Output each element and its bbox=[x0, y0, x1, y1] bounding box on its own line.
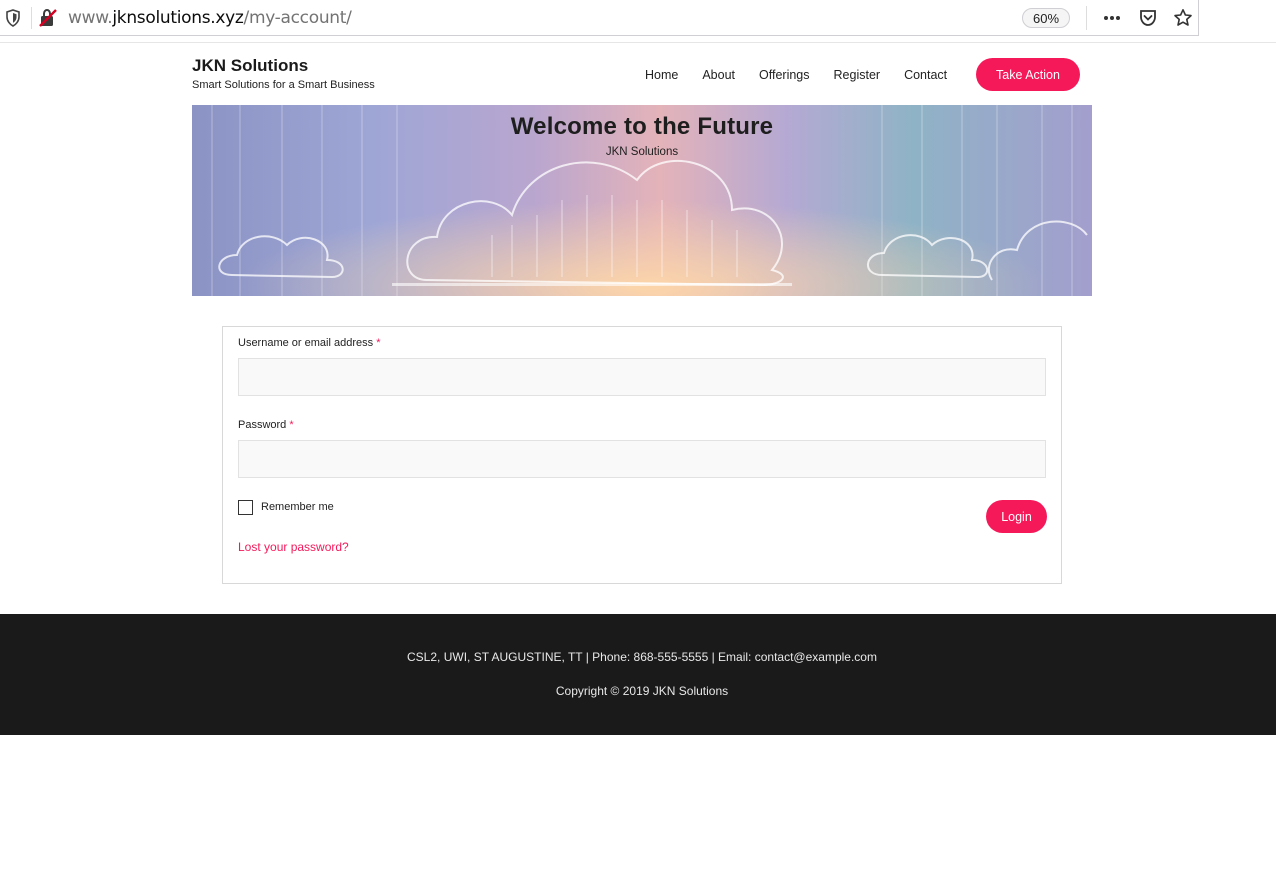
username-label-text: Username or email address bbox=[238, 337, 374, 349]
username-input[interactable] bbox=[238, 358, 1046, 396]
username-label: Username or email address * bbox=[238, 337, 380, 349]
site-footer: CSL2, UWI, ST AUGUSTINE, TT | Phone: 868… bbox=[0, 614, 1276, 735]
nav-home[interactable]: Home bbox=[645, 68, 678, 82]
hero-title: Welcome to the Future bbox=[510, 113, 774, 140]
url-text[interactable]: www.jknsolutions.xyz/my-account/ bbox=[68, 8, 352, 28]
footer-copyright: Copyright © 2019 JKN Solutions bbox=[555, 684, 729, 698]
password-input[interactable] bbox=[238, 440, 1046, 478]
site-tagline: Smart Solutions for a Smart Business bbox=[192, 79, 375, 91]
footer-contact-line: CSL2, UWI, ST AUGUSTINE, TT | Phone: 868… bbox=[407, 650, 877, 664]
bookmark-star-icon[interactable] bbox=[1173, 8, 1193, 28]
nav-register[interactable]: Register bbox=[834, 68, 881, 82]
nav-about[interactable]: About bbox=[702, 68, 735, 82]
url-bar-divider-right bbox=[1086, 6, 1087, 30]
zoom-level-button[interactable]: 60% bbox=[1022, 8, 1070, 28]
pocket-icon[interactable] bbox=[1138, 8, 1158, 28]
nav-offerings[interactable]: Offerings bbox=[759, 68, 810, 82]
hero-subtitle: JKN Solutions bbox=[605, 146, 679, 158]
tracking-protection-shield-icon[interactable] bbox=[5, 9, 21, 27]
take-action-button[interactable]: Take Action bbox=[976, 58, 1080, 91]
url-path: /my-account/ bbox=[243, 8, 352, 28]
hero-banner: Welcome to the Future JKN Solutions bbox=[192, 105, 1092, 296]
password-label-text: Password bbox=[238, 419, 287, 431]
login-form: Username or email address * Password * R… bbox=[222, 326, 1062, 584]
remember-me-checkbox[interactable] bbox=[238, 500, 253, 515]
site-title[interactable]: JKN Solutions bbox=[192, 56, 308, 76]
required-asterisk: * bbox=[376, 337, 381, 349]
url-bar-divider bbox=[31, 7, 32, 29]
remember-me-label[interactable]: Remember me bbox=[261, 501, 334, 513]
password-label: Password * bbox=[238, 419, 294, 431]
url-host: jknsolutions.xyz bbox=[112, 8, 244, 28]
url-bar[interactable]: www.jknsolutions.xyz/my-account/ 60% bbox=[0, 0, 1199, 36]
main-nav: Home About Offerings Register Contact bbox=[645, 68, 971, 82]
url-prefix: www. bbox=[68, 8, 113, 28]
page-actions-more-icon[interactable] bbox=[1102, 8, 1122, 28]
nav-contact[interactable]: Contact bbox=[904, 68, 947, 82]
required-asterisk: * bbox=[289, 419, 294, 431]
toolbar-bottom-border bbox=[0, 42, 1276, 43]
insecure-connection-icon[interactable] bbox=[38, 8, 58, 28]
login-button[interactable]: Login bbox=[986, 500, 1047, 533]
lost-password-link[interactable]: Lost your password? bbox=[238, 540, 349, 554]
